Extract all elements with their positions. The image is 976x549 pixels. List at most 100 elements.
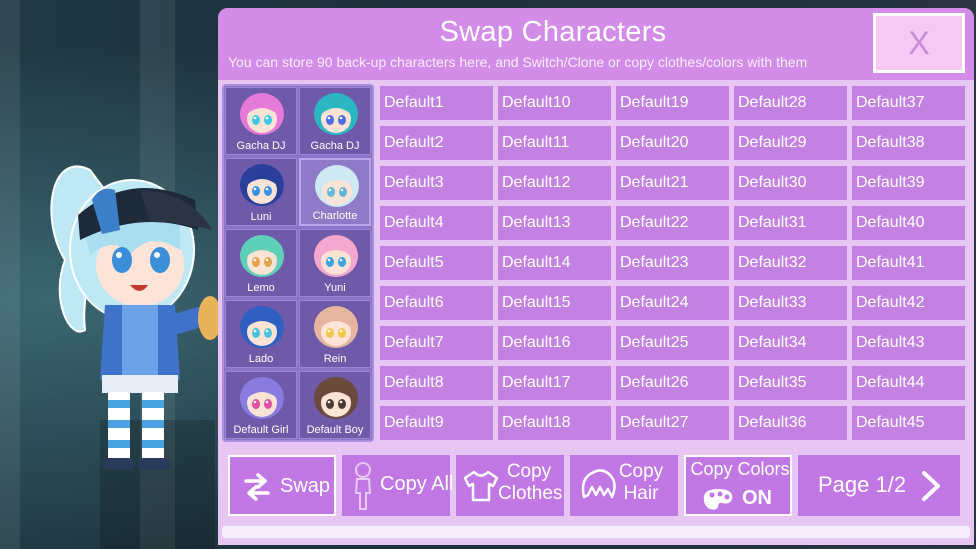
character-slot[interactable]: Default32 <box>734 246 847 280</box>
preset-character[interactable]: Gacha DJ <box>299 87 371 155</box>
preset-character[interactable]: Default Boy <box>299 371 371 439</box>
character-face-icon <box>315 165 359 207</box>
swap-button[interactable]: Swap <box>228 455 336 516</box>
character-face-icon <box>314 377 358 419</box>
preset-character[interactable]: Charlotte <box>299 158 371 226</box>
character-slot[interactable]: Default35 <box>734 366 847 400</box>
preset-character-list: Gacha DJ Gacha DJ Luni Charlotte Lemo Yuni Lad… <box>222 84 374 442</box>
character-slot[interactable]: Default6 <box>380 286 493 320</box>
character-slot[interactable]: Default5 <box>380 246 493 280</box>
preset-character-name: Lado <box>248 353 274 365</box>
paint-palette-icon <box>703 489 733 510</box>
preset-character[interactable]: Luni <box>225 158 297 226</box>
panel-footer <box>222 526 970 538</box>
character-slot[interactable]: Default22 <box>616 206 729 240</box>
character-slot[interactable]: Default45 <box>852 406 965 440</box>
character-face-icon <box>240 93 284 135</box>
character-slot[interactable]: Default16 <box>498 326 611 360</box>
panel-subtitle: You can store 90 back-up characters here… <box>228 54 808 70</box>
copy-all-button[interactable]: Copy All <box>342 455 454 516</box>
character-slot[interactable]: Default38 <box>852 126 965 160</box>
character-slot[interactable]: Default41 <box>852 246 965 280</box>
character-slot[interactable]: Default7 <box>380 326 493 360</box>
copy-clothes-label-1: Copy <box>506 461 552 482</box>
character-slot[interactable]: Default2 <box>380 126 493 160</box>
copy-hair-label-1: Copy <box>618 461 664 482</box>
character-slot[interactable]: Default25 <box>616 326 729 360</box>
preset-character[interactable]: Lado <box>225 300 297 368</box>
preset-character[interactable]: Lemo <box>225 229 297 297</box>
character-slot[interactable]: Default15 <box>498 286 611 320</box>
swap-arrows-icon <box>244 473 270 501</box>
preset-character-name: Gacha DJ <box>310 140 360 152</box>
close-button[interactable]: X <box>873 13 965 73</box>
preset-character-name: Gacha DJ <box>236 140 286 152</box>
character-slot[interactable]: Default31 <box>734 206 847 240</box>
character-slot[interactable]: Default21 <box>616 166 729 200</box>
character-face-icon <box>314 93 358 135</box>
preset-character[interactable]: Yuni <box>299 229 371 297</box>
character-slot[interactable]: Default42 <box>852 286 965 320</box>
character-face-icon <box>240 164 284 206</box>
page-next-button[interactable]: Page 1/2 <box>798 455 960 516</box>
character-slot[interactable]: Default23 <box>616 246 729 280</box>
preset-character-name: Default Boy <box>306 424 364 436</box>
copy-hair-label-2: Hair <box>623 483 659 504</box>
chevron-right-icon <box>922 471 940 501</box>
character-slot[interactable]: Default33 <box>734 286 847 320</box>
swap-label: Swap <box>280 475 331 497</box>
character-slot[interactable]: Default37 <box>852 86 965 120</box>
preset-character-name: Default Girl <box>233 424 289 436</box>
character-slot[interactable]: Default19 <box>616 86 729 120</box>
character-slot[interactable]: Default10 <box>498 86 611 120</box>
character-slot[interactable]: Default4 <box>380 206 493 240</box>
character-slot[interactable]: Default14 <box>498 246 611 280</box>
preset-character-name: Rein <box>323 353 347 365</box>
character-slot[interactable]: Default8 <box>380 366 493 400</box>
character-slot[interactable]: Default18 <box>498 406 611 440</box>
hair-icon <box>581 469 616 499</box>
preset-character[interactable]: Rein <box>299 300 371 368</box>
character-slot[interactable]: Default11 <box>498 126 611 160</box>
preset-character-name: Yuni <box>324 282 346 294</box>
character-slot[interactable]: Default9 <box>380 406 493 440</box>
character-slot[interactable]: Default28 <box>734 86 847 120</box>
preset-character-name: Lemo <box>247 282 275 294</box>
character-face-icon <box>314 235 358 277</box>
character-face-icon <box>240 306 284 348</box>
character-slot[interactable]: Default44 <box>852 366 965 400</box>
character-slot[interactable]: Default29 <box>734 126 847 160</box>
copy-clothes-button[interactable]: Copy Clothes <box>456 455 564 516</box>
preset-character-name: Charlotte <box>312 210 358 222</box>
character-face-icon <box>240 377 284 419</box>
copy-hair-button[interactable]: Copy Hair <box>570 455 678 516</box>
person-outline-icon <box>354 462 372 510</box>
character-slot[interactable]: Default3 <box>380 166 493 200</box>
character-slot[interactable]: Default40 <box>852 206 965 240</box>
character-slot[interactable]: Default27 <box>616 406 729 440</box>
character-slot[interactable]: Default17 <box>498 366 611 400</box>
character-slot[interactable]: Default43 <box>852 326 965 360</box>
shirt-icon <box>463 470 499 502</box>
copy-all-label: Copy All <box>380 473 454 495</box>
preset-character[interactable]: Gacha DJ <box>225 87 297 155</box>
character-slot[interactable]: Default24 <box>616 286 729 320</box>
panel-title: Swap Characters <box>439 16 667 48</box>
copy-colors-toggle[interactable]: Copy Colors ON <box>684 455 792 516</box>
character-slot[interactable]: Default39 <box>852 166 965 200</box>
character-slot[interactable]: Default12 <box>498 166 611 200</box>
close-icon: X <box>908 25 930 61</box>
preset-character[interactable]: Default Girl <box>225 371 297 439</box>
character-slot[interactable]: Default36 <box>734 406 847 440</box>
character-slot[interactable]: Default30 <box>734 166 847 200</box>
character-slot[interactable]: Default13 <box>498 206 611 240</box>
copy-colors-state: ON <box>742 487 772 509</box>
character-preview[interactable] <box>30 130 220 480</box>
character-slot[interactable]: Default1 <box>380 86 493 120</box>
page-indicator: Page 1/2 <box>818 472 907 497</box>
character-face-icon <box>314 306 358 348</box>
character-slot[interactable]: Default34 <box>734 326 847 360</box>
copy-clothes-label-2: Clothes <box>498 483 563 504</box>
character-slot[interactable]: Default26 <box>616 366 729 400</box>
character-slot[interactable]: Default20 <box>616 126 729 160</box>
